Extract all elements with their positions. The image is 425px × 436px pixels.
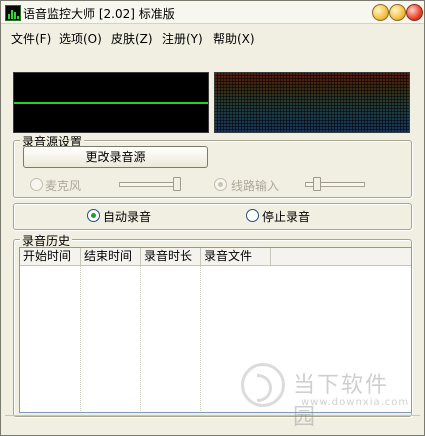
menu-options[interactable]: 选项(O) <box>59 30 102 47</box>
menu-help[interactable]: 帮助(X) <box>213 30 255 47</box>
column-end-time[interactable]: 结束时间 <box>81 248 141 265</box>
mic-slider-thumb[interactable] <box>173 177 181 191</box>
menu-register[interactable]: 注册(Y) <box>162 30 203 47</box>
auto-record-label: 自动录音 <box>103 210 152 224</box>
title-bar[interactable]: 语音监控大师 [2.02] 标准版 <box>1 1 424 24</box>
line-in-radio[interactable] <box>214 178 227 191</box>
watermark: 当下软件园 www.downxia.com <box>241 361 411 430</box>
mic-volume-slider[interactable] <box>119 182 181 187</box>
column-file[interactable]: 录音文件 <box>201 248 271 265</box>
line-in-label: 线路输入 <box>231 179 280 193</box>
record-mode-group <box>13 203 412 230</box>
waveform-display <box>13 72 209 133</box>
menu-file[interactable]: 文件(F) <box>11 30 51 47</box>
main-window: 语音监控大师 [2.02] 标准版 文件(F) 选项(O) 皮肤(Z) 注册(Y… <box>0 0 425 436</box>
spectrum-meter <box>214 72 410 133</box>
watermark-url: www.downxia.com <box>301 397 410 408</box>
watermark-logo-icon <box>241 363 285 407</box>
column-duration[interactable]: 录音时长 <box>141 248 201 265</box>
menu-bar: 文件(F) 选项(O) 皮肤(Z) 注册(Y) 帮助(X) <box>1 27 424 47</box>
line-slider-thumb[interactable] <box>313 177 321 191</box>
app-bars-icon <box>5 5 21 21</box>
minimize-button[interactable] <box>372 4 389 21</box>
auto-record-radio-dot <box>91 213 96 218</box>
maximize-button[interactable] <box>389 4 406 21</box>
window-title: 语音监控大师 [2.02] 标准版 <box>23 7 175 21</box>
auto-record-radio[interactable] <box>87 209 100 222</box>
stop-record-label: 停止录音 <box>262 210 311 224</box>
close-button[interactable] <box>406 4 423 21</box>
mic-label: 麦克风 <box>45 179 82 193</box>
change-source-button[interactable]: 更改录音源 <box>23 146 208 168</box>
menu-skin[interactable]: 皮肤(Z) <box>111 30 153 47</box>
mic-radio[interactable] <box>30 178 43 191</box>
line-in-radio-dot <box>218 182 223 187</box>
stop-record-radio[interactable] <box>246 209 259 222</box>
waveform-line <box>14 102 208 104</box>
history-list-header: 开始时间 结束时间 录音时长 录音文件 <box>20 248 411 266</box>
column-start-time[interactable]: 开始时间 <box>20 248 81 265</box>
